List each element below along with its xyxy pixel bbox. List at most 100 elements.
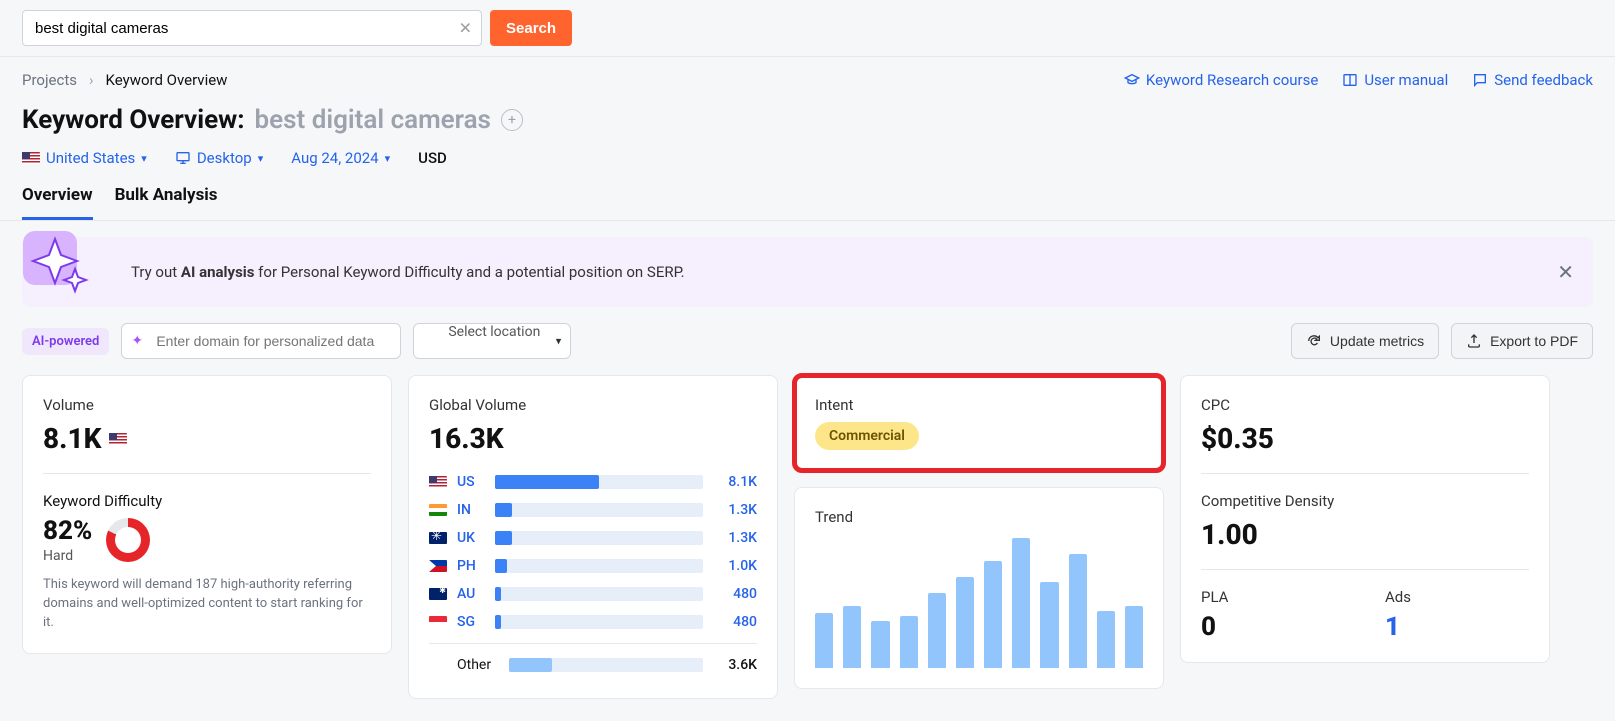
currency-label: USD: [418, 149, 447, 167]
banner-prefix: Try out: [131, 263, 181, 281]
chevron-down-icon: ▾: [556, 335, 562, 348]
cpc-value: $0.35: [1201, 422, 1529, 455]
country-code: PH: [457, 558, 485, 574]
trend-bar: [900, 616, 918, 668]
country-volume: 480: [713, 586, 757, 602]
trend-bar: [984, 561, 1002, 668]
global-volume-other-row: Other 3.6K: [429, 652, 757, 678]
kd-donut-chart: [106, 518, 150, 562]
country-code: US: [457, 474, 485, 490]
trend-bar: [1040, 582, 1058, 668]
course-link[interactable]: Keyword Research course: [1124, 71, 1318, 89]
country-volume: 1.0K: [713, 558, 757, 574]
filters-row: United States ▾ Desktop ▾ Aug 24, 2024 ▾…: [0, 135, 1615, 167]
cd-value: 1.00: [1201, 518, 1529, 551]
top-search-bar: ✕ Search: [0, 0, 1615, 57]
global-volume-row[interactable]: UK 1.3K: [429, 525, 757, 551]
breadcrumb-root[interactable]: Projects: [22, 71, 77, 89]
domain-input-wrap: ✦: [121, 323, 401, 359]
trend-bar: [1069, 554, 1087, 668]
banner-close-icon[interactable]: ✕: [1557, 260, 1574, 284]
location-select[interactable]: Select location: [413, 323, 571, 359]
graduation-cap-icon: [1124, 72, 1140, 88]
update-metrics-button[interactable]: Update metrics: [1291, 323, 1439, 359]
date-filter[interactable]: Aug 24, 2024 ▾: [291, 149, 390, 167]
country-volume: 1.3K: [713, 530, 757, 546]
kd-row: 82% Hard: [43, 516, 371, 564]
other-volume: 3.6K: [713, 657, 757, 673]
device-filter[interactable]: Desktop ▾: [175, 149, 263, 167]
trend-bar: [1012, 538, 1030, 668]
global-volume-row[interactable]: SG480: [429, 609, 757, 635]
tabs: Overview Bulk Analysis: [0, 167, 1615, 221]
trend-chart: [815, 538, 1143, 668]
global-volume-list: US8.1KIN1.3K UK 1.3K PH 1.0K AU 480 SG480 Other 3…: [429, 469, 757, 678]
banner-text: Try out AI analysis for Personal Keyword…: [131, 263, 685, 281]
banner-icon-wrap: [41, 237, 131, 307]
domain-input[interactable]: [121, 323, 401, 359]
volume-bar: [509, 658, 703, 672]
volume-bar: [495, 531, 703, 545]
ai-banner: Try out AI analysis for Personal Keyword…: [22, 237, 1593, 307]
country-code: AU: [457, 586, 485, 602]
country-code: SG: [457, 614, 485, 630]
tab-bulk-analysis[interactable]: Bulk Analysis: [115, 185, 218, 220]
intent-badge: Commercial: [815, 422, 919, 450]
add-keyword-button[interactable]: +: [501, 109, 523, 131]
col-intent-trend: Intent Commercial Trend: [794, 375, 1164, 689]
breadcrumb-current: Keyword Overview: [106, 71, 228, 89]
country-filter[interactable]: United States ▾: [22, 149, 147, 167]
country-code: UK: [457, 530, 485, 546]
banner-bold: AI analysis: [181, 263, 255, 281]
global-volume-value: 16.3K: [429, 422, 757, 455]
manual-link[interactable]: User manual: [1342, 71, 1448, 89]
global-volume-row[interactable]: AU 480: [429, 581, 757, 607]
us-flag-icon: [429, 476, 447, 488]
feedback-link-label: Send feedback: [1494, 71, 1593, 89]
cards-grid: Volume 8.1K Keyword Difficulty 82% Hard …: [0, 359, 1615, 721]
kd-level: Hard: [43, 548, 92, 564]
chevron-down-icon: ▾: [385, 152, 391, 165]
ai-powered-badge: AI-powered: [22, 328, 109, 355]
other-label: Other: [457, 657, 499, 673]
course-link-label: Keyword Research course: [1146, 71, 1318, 89]
chevron-down-icon: ▾: [258, 152, 264, 165]
in-flag-icon: [429, 504, 447, 516]
book-icon: [1342, 72, 1358, 88]
volume-bar: [495, 587, 703, 601]
volume-bar: [495, 615, 703, 629]
location-select-wrap: Select location ▾: [413, 323, 571, 359]
clear-search-icon[interactable]: ✕: [459, 19, 472, 38]
card-volume-kd: Volume 8.1K Keyword Difficulty 82% Hard …: [22, 375, 392, 654]
kd-label: Keyword Difficulty: [43, 492, 371, 510]
feedback-link[interactable]: Send feedback: [1472, 71, 1593, 89]
keyword-search-input[interactable]: [22, 10, 482, 46]
chat-icon: [1472, 72, 1488, 88]
date-filter-label: Aug 24, 2024: [291, 149, 378, 167]
global-volume-row[interactable]: IN1.3K: [429, 497, 757, 523]
us-flag-icon: [22, 152, 40, 164]
country-code: IN: [457, 502, 485, 518]
device-filter-label: Desktop: [197, 149, 252, 167]
trend-bar: [871, 621, 889, 668]
kd-description: This keyword will demand 187 high-author…: [43, 576, 371, 633]
global-volume-row[interactable]: PH 1.0K: [429, 553, 757, 579]
export-pdf-button[interactable]: Export to PDF: [1451, 323, 1593, 359]
title-row: Keyword Overview: best digital cameras +: [0, 89, 1615, 135]
card-cpc-cd-pla-ads: CPC $0.35 Competitive Density 1.00 PLA 0…: [1180, 375, 1550, 663]
search-button[interactable]: Search: [490, 10, 572, 46]
sg-flag-icon: [429, 616, 447, 628]
trend-bar: [815, 613, 833, 668]
upload-icon: [1466, 333, 1482, 349]
banner-suffix: for Personal Keyword Difficulty and a po…: [254, 263, 684, 281]
card-global-volume: Global Volume 16.3K US8.1KIN1.3KUK1.3KPH…: [408, 375, 778, 699]
cd-label: Competitive Density: [1201, 492, 1529, 510]
global-volume-row[interactable]: US8.1K: [429, 469, 757, 495]
volume-value-row: 8.1K: [43, 422, 371, 455]
ads-value[interactable]: 1: [1385, 612, 1529, 642]
manual-link-label: User manual: [1364, 71, 1448, 89]
pla-ads-row: PLA 0 Ads 1: [1201, 588, 1529, 642]
page-title: Keyword Overview:: [22, 105, 245, 135]
au-flag-icon: [429, 588, 447, 600]
tab-overview[interactable]: Overview: [22, 185, 93, 220]
